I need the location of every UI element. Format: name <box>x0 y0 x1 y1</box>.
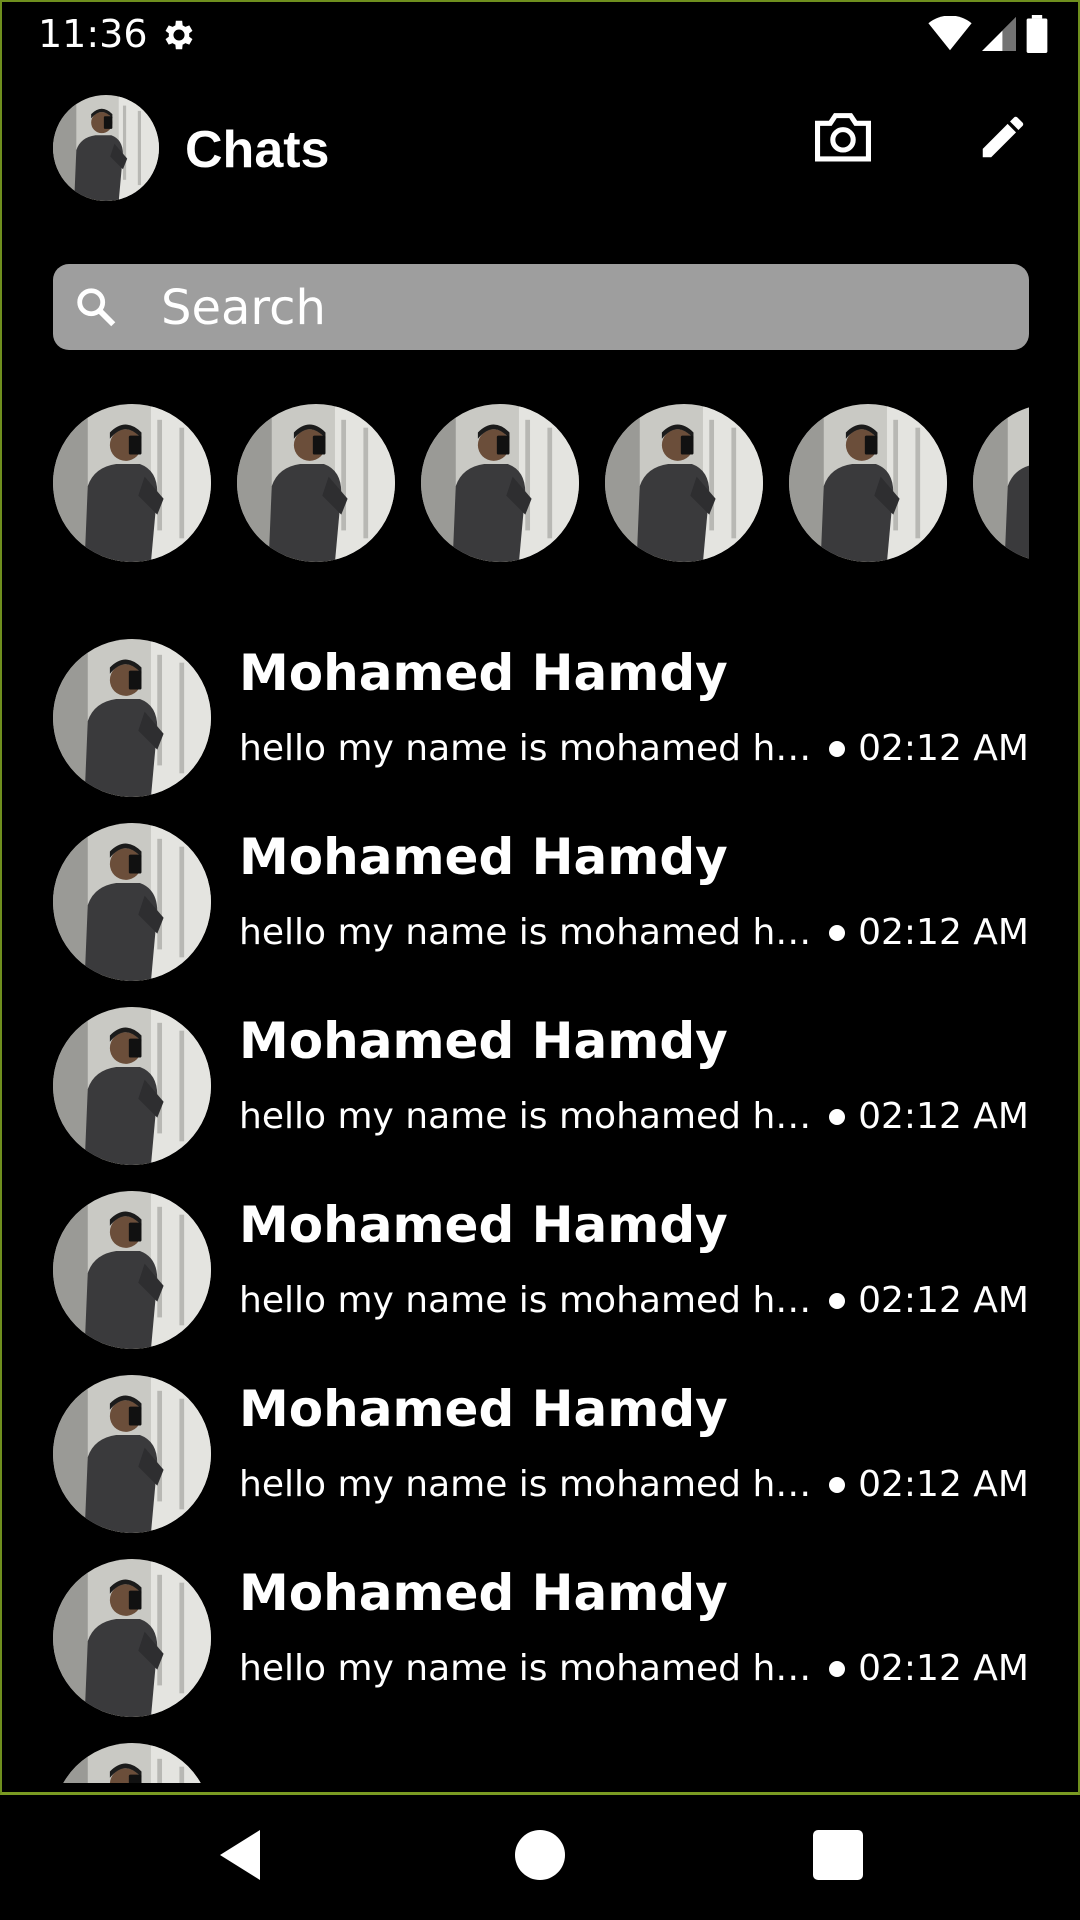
contact-name: Mohamed Hamdy <box>239 828 728 886</box>
separator-dot <box>829 1109 845 1125</box>
story-avatar[interactable] <box>605 404 763 562</box>
chat-list-item[interactable]: Mohamed Hamdy hello my name is mohamed h… <box>53 823 1029 983</box>
pencil-icon[interactable] <box>976 110 1030 164</box>
story-photo <box>421 404 579 562</box>
page-title: Chats <box>185 121 330 179</box>
contact-photo <box>53 823 211 981</box>
wifi-icon <box>928 16 972 51</box>
home-icon[interactable] <box>510 1825 570 1885</box>
contact-photo <box>53 639 211 797</box>
signal-icon <box>982 17 1016 51</box>
camera-icon[interactable] <box>812 108 874 164</box>
last-message: hello my name is mohamed hello my name i… <box>239 728 814 769</box>
system-nav-bar <box>0 1795 1080 1920</box>
search-bar[interactable] <box>53 264 1029 352</box>
story-avatar[interactable] <box>973 404 1029 562</box>
separator-dot <box>829 1661 845 1677</box>
contact-name: Mohamed Hamdy <box>239 1196 728 1254</box>
contact-name: Mohamed Hamdy <box>239 644 728 702</box>
story-photo <box>973 404 1029 562</box>
message-time: 02:12 AM <box>858 1464 1029 1505</box>
search-icon <box>77 288 116 327</box>
contact-photo <box>53 1007 211 1165</box>
chat-list-item[interactable]: Mohamed Hamdy hello my name is mohamed h… <box>53 1375 1029 1535</box>
separator-dot <box>829 1477 845 1493</box>
contact-avatar <box>53 639 211 797</box>
message-time: 02:12 AM <box>858 912 1029 953</box>
last-message: hello my name is mohamed hello my name i… <box>239 1648 814 1689</box>
message-time: 02:12 AM <box>858 1096 1029 1137</box>
story-avatar[interactable] <box>789 404 947 562</box>
story-photo <box>605 404 763 562</box>
last-message: hello my name is mohamed hello my name i… <box>239 912 814 953</box>
contact-photo <box>53 1743 211 1783</box>
back-icon[interactable] <box>210 1825 270 1885</box>
chat-list-item[interactable]: Mohamed Hamdy hello my name is mohamed h… <box>53 1007 1029 1167</box>
last-message: hello my name is mohamed hello my name i… <box>239 1464 814 1505</box>
separator-dot <box>829 1293 845 1309</box>
chat-list-item-partial[interactable] <box>53 1743 1029 1783</box>
profile-avatar[interactable] <box>53 95 159 201</box>
contact-avatar <box>53 823 211 981</box>
separator-dot <box>829 925 845 941</box>
message-time: 02:12 AM <box>858 1280 1029 1321</box>
chat-list-item[interactable]: Mohamed Hamdy hello my name is mohamed h… <box>53 1559 1029 1719</box>
contact-name: Mohamed Hamdy <box>239 1012 728 1070</box>
stories-row[interactable] <box>53 404 1029 564</box>
chat-list-item[interactable]: Mohamed Hamdy hello my name is mohamed h… <box>53 1191 1029 1351</box>
story-photo <box>789 404 947 562</box>
app-screen: 11:36 Chats Mohamed H <box>0 0 1080 1795</box>
contact-name: Mohamed Hamdy <box>239 1380 728 1438</box>
contact-avatar <box>53 1007 211 1165</box>
avatar-photo <box>53 95 159 201</box>
chat-list-item[interactable]: Mohamed Hamdy hello my name is mohamed h… <box>53 639 1029 799</box>
status-time: 11:36 <box>38 12 148 56</box>
battery-icon <box>1026 15 1048 53</box>
contact-avatar <box>53 1375 211 1533</box>
story-avatar[interactable] <box>421 404 579 562</box>
recents-icon[interactable] <box>808 1825 868 1885</box>
story-photo <box>237 404 395 562</box>
contact-avatar <box>53 1743 211 1783</box>
message-time: 02:12 AM <box>858 1648 1029 1689</box>
story-avatar[interactable] <box>53 404 211 562</box>
story-photo <box>53 404 211 562</box>
contact-photo <box>53 1375 211 1533</box>
contact-avatar <box>53 1191 211 1349</box>
contact-photo <box>53 1559 211 1717</box>
contact-name: Mohamed Hamdy <box>239 1564 728 1622</box>
last-message: hello my name is mohamed hello my name i… <box>239 1096 814 1137</box>
status-bar: 11:36 <box>2 2 1078 66</box>
contact-photo <box>53 1191 211 1349</box>
story-avatar[interactable] <box>237 404 395 562</box>
settings-icon <box>165 20 193 50</box>
last-message: hello my name is mohamed hello my name i… <box>239 1280 814 1321</box>
separator-dot <box>829 741 845 757</box>
search-input[interactable] <box>159 264 1003 352</box>
contact-avatar <box>53 1559 211 1717</box>
message-time: 02:12 AM <box>858 728 1029 769</box>
